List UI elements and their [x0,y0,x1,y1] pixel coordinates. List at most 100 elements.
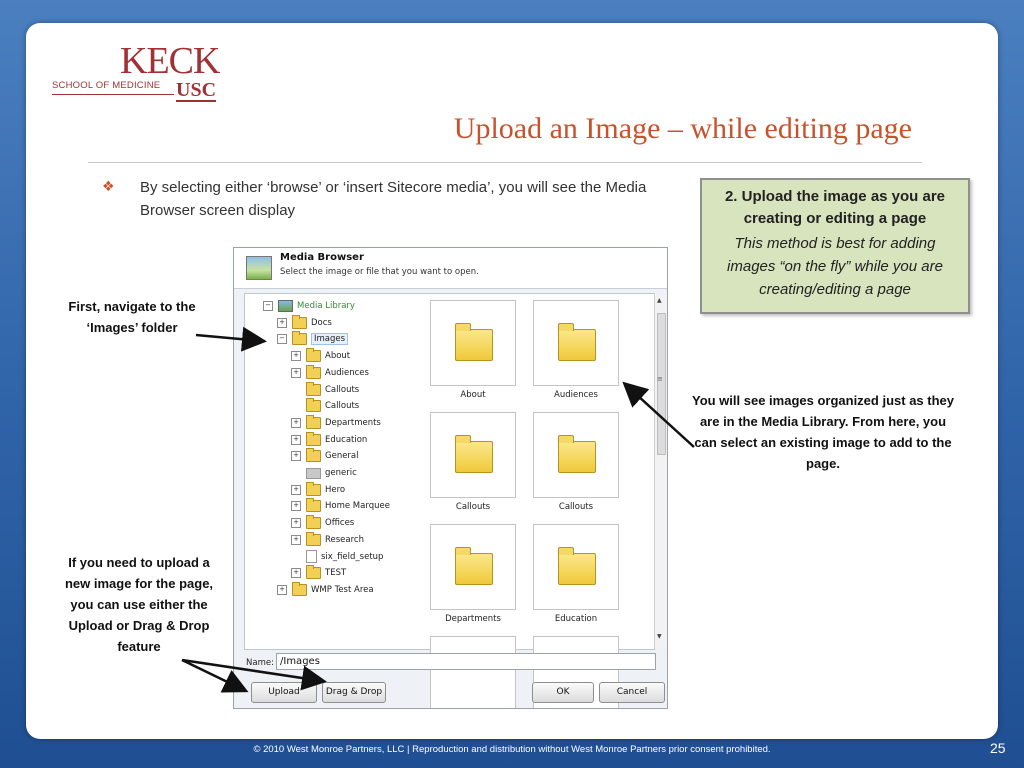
tile-thumbnail [533,524,619,610]
tile-label: Audiences [554,390,598,400]
tile-thumbnail [533,412,619,498]
tree-item-label: General [325,451,359,462]
expand-icon[interactable]: + [291,417,301,428]
tree-item[interactable]: + TEST [291,565,346,581]
tree-item[interactable]: + Offices [291,515,354,531]
tree-item[interactable]: + WMP Test Area [277,581,374,598]
tree-item[interactable]: − Media Library [263,298,355,314]
tree-item[interactable]: + Docs [277,314,332,331]
grid-scrollbar[interactable]: ▲ ≡ ▼ [654,293,667,648]
media-tile[interactable]: Callouts [533,412,619,524]
tree-item[interactable]: + Hero [291,481,345,498]
tree-item-label: Callouts [325,401,360,412]
scroll-grip-icon: ≡ [657,375,663,383]
media-browser-icon [246,256,272,280]
tree-item[interactable]: − Images [277,331,349,347]
media-tile[interactable]: Education [533,524,619,636]
folder-icon [306,431,321,446]
media-browser-subtitle: Select the image or file that you want t… [280,267,479,277]
expand-icon[interactable]: + [291,367,301,378]
name-input[interactable]: /Images [276,653,656,670]
expand-icon[interactable]: + [291,568,301,579]
tree-item[interactable]: Callouts [291,398,359,414]
note-navigate: First, navigate to the ‘Images’ folder [68,299,196,335]
tree-item-label: generic [325,468,357,478]
tree-item-label: Offices [325,518,355,529]
tile-thumbnail-partial [430,636,516,708]
tree-item-label: Research [325,534,364,545]
media-tile[interactable]: Departments [430,524,516,636]
logo-school: SCHOOL OF MEDICINE [52,80,161,91]
expand-icon[interactable]: + [291,534,301,545]
tree-item[interactable]: + General [291,448,359,464]
tree-item-label: Home Marquee [325,501,390,512]
tree-item-label: WMP Test Area [311,584,374,595]
tree-item[interactable]: + Education [291,431,367,448]
document-icon [306,550,317,563]
media-tree: − Media Library + Docs − Images + About + Audienc… [244,293,424,650]
upload-button[interactable]: Upload [251,682,317,703]
scroll-down-icon[interactable]: ▼ [657,633,662,640]
tree-item[interactable]: + Audiences [291,364,369,381]
tree-item[interactable]: Callouts [291,381,359,398]
callout-box: 2. Upload the image as you are creating … [700,178,970,314]
media-browser-dialog: Media Browser Select the image or file t… [233,247,668,709]
folder-icon [306,531,321,546]
tree-item-label: Audiences [325,367,369,378]
folder-icon [306,515,321,530]
scroll-thumb[interactable] [657,313,666,455]
media-library-icon [278,300,293,312]
title-divider [88,162,922,163]
folder-icon [292,581,307,596]
folder-icon [306,498,321,513]
tree-item-label: six_field_setup [321,551,384,562]
logo-divider [52,94,174,95]
collapse-icon[interactable]: − [277,334,287,345]
expand-icon[interactable]: + [291,484,301,495]
image-file-icon [306,467,321,479]
media-browser-title: Media Browser [280,252,364,263]
tree-item-label: Images [311,333,349,346]
folder-icon [292,314,307,329]
callout-title: 2. Upload the image as you are creating … [724,188,946,227]
tree-item[interactable]: + Departments [291,414,381,431]
media-tile[interactable]: About [430,300,516,412]
logo-usc: USC [176,79,217,102]
note-upload: If you need to upload a new image for th… [64,555,214,654]
cancel-button[interactable]: Cancel [599,682,665,703]
page-number: 25 [990,740,1006,756]
tree-item[interactable]: + Research [291,531,364,548]
folder-icon [455,547,493,585]
media-tile[interactable]: Audiences [533,300,619,412]
tree-item[interactable]: generic [291,465,357,481]
folder-icon [306,414,321,429]
name-label: Name: [246,658,274,668]
bullet-icon: ❖ [102,178,115,194]
folder-icon [306,364,321,379]
folder-icon [455,323,493,361]
keck-usc-logo: KECK SCHOOL OF MEDICINE USC [52,42,220,104]
expand-icon[interactable]: + [291,518,301,529]
expand-icon[interactable]: + [291,501,301,512]
drag-drop-button[interactable]: Drag & Drop [322,682,386,703]
tile-label: Departments [445,614,501,624]
ok-button[interactable]: OK [532,682,594,703]
expand-icon[interactable]: + [291,434,301,445]
tree-item[interactable]: + About [291,348,350,364]
tree-item[interactable]: + Home Marquee [291,498,390,514]
expand-icon[interactable]: + [277,317,287,328]
expand-icon[interactable]: + [291,451,301,462]
tile-label: Education [554,614,598,624]
tile-thumbnail [533,300,619,386]
tree-item-label: Media Library [297,301,355,311]
collapse-icon[interactable]: − [263,301,273,311]
expand-icon[interactable]: + [277,584,287,595]
folder-icon [558,323,596,361]
tree-item-label: Docs [311,317,332,328]
folder-icon [558,547,596,585]
media-tile[interactable]: Callouts [430,412,516,524]
tile-thumbnail [430,412,516,498]
expand-icon[interactable]: + [291,351,301,362]
tree-item[interactable]: six_field_setup [291,549,383,565]
scroll-up-icon[interactable]: ▲ [657,297,662,304]
